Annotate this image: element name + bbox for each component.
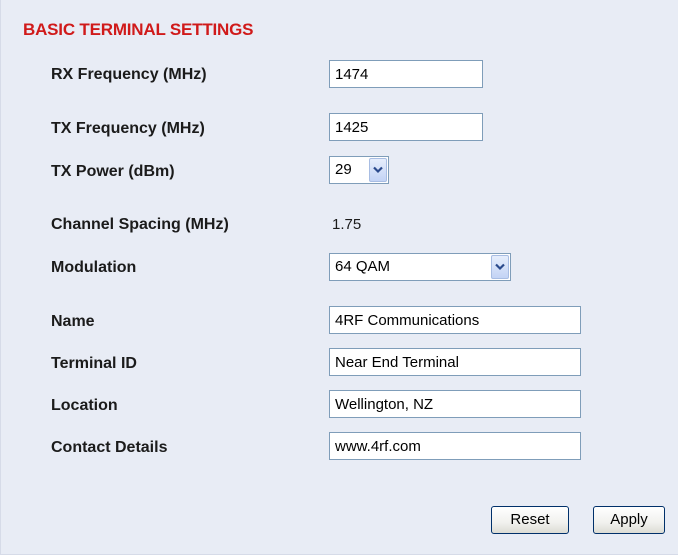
tx-power-label: TX Power (dBm) [51,163,175,180]
channel-spacing-label: Channel Spacing (MHz) [51,216,229,233]
tx-frequency-label: TX Frequency (MHz) [51,120,205,137]
name-label: Name [51,313,95,330]
modulation-select[interactable]: 64 QAM [329,253,511,281]
apply-button[interactable]: Apply [593,506,665,534]
chevron-down-icon[interactable] [491,255,509,279]
terminal-id-input[interactable] [329,348,581,376]
rx-frequency-input[interactable] [329,60,483,88]
reset-button[interactable]: Reset [491,506,569,534]
tx-power-select[interactable]: 29 [329,156,389,184]
modulation-selected-value: 64 QAM [335,258,391,275]
tx-frequency-input[interactable] [329,113,483,141]
channel-spacing-value: 1.75 [332,216,362,233]
basic-terminal-settings-panel: BASIC TERMINAL SETTINGS RX Frequency (MH… [0,0,678,555]
section-title: BASIC TERMINAL SETTINGS [23,20,254,39]
name-input[interactable] [329,306,581,334]
rx-frequency-label: RX Frequency (MHz) [51,66,207,83]
modulation-label: Modulation [51,259,137,276]
terminal-id-label: Terminal ID [51,355,137,372]
contact-details-input[interactable] [329,432,581,460]
location-label: Location [51,397,118,414]
contact-details-label: Contact Details [51,439,168,456]
chevron-down-icon[interactable] [369,158,387,182]
tx-power-selected-value: 29 [335,161,352,178]
location-input[interactable] [329,390,581,418]
